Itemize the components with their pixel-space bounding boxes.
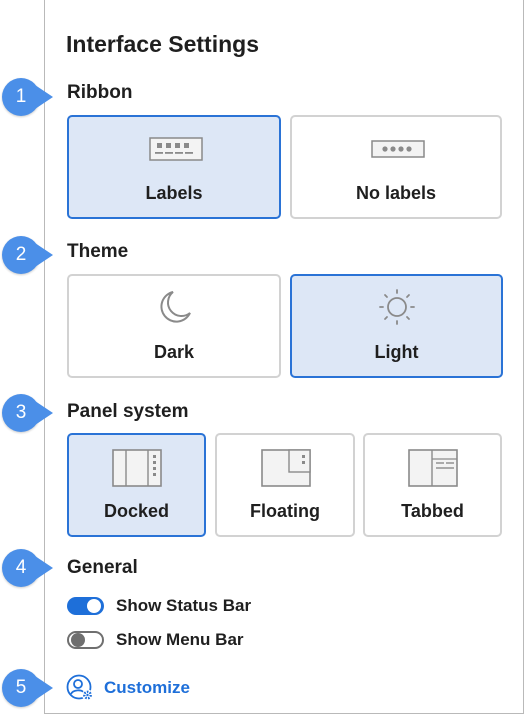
- callout-1: 1: [2, 77, 53, 117]
- callout-arrow: [35, 676, 53, 700]
- ribbon-no-labels-option[interactable]: No labels: [290, 115, 502, 219]
- customize-link[interactable]: Customize: [66, 674, 190, 702]
- toggle-knob: [71, 633, 85, 647]
- callout-arrow: [35, 401, 53, 425]
- docked-panel-icon: [112, 449, 162, 487]
- callout-2: 2: [2, 235, 53, 275]
- ribbon-labels-option[interactable]: Labels: [67, 115, 281, 219]
- ribbon-labels-icon: [149, 137, 203, 161]
- callout-arrow: [35, 85, 53, 109]
- theme-light-option[interactable]: Light: [290, 274, 503, 378]
- callout-4: 4: [2, 548, 53, 588]
- sun-icon: [379, 289, 415, 325]
- callout-3: 3: [2, 393, 53, 433]
- user-gear-icon: [66, 674, 93, 701]
- customize-label: Customize: [104, 678, 190, 697]
- ribbon-labels-label: Labels: [145, 183, 203, 203]
- panel-floating-label: Floating: [250, 501, 320, 521]
- theme-dark-label: Dark: [153, 342, 195, 362]
- show-menu-bar-label: Show Menu Bar: [116, 630, 244, 649]
- panel-title: Interface Settings: [66, 31, 259, 57]
- theme-dark-option[interactable]: Dark: [67, 274, 281, 378]
- callout-arrow: [35, 243, 53, 267]
- show-menu-bar-toggle[interactable]: [67, 631, 104, 649]
- theme-light-label: Light: [374, 342, 419, 362]
- ribbon-section-label: Ribbon: [67, 82, 133, 103]
- panel-floating-option[interactable]: Floating: [215, 433, 355, 537]
- callout-5: 5: [2, 668, 53, 708]
- callout-arrow: [35, 556, 53, 580]
- panel-tabbed-label: Tabbed: [401, 501, 464, 521]
- ribbon-no-labels-label: No labels: [355, 183, 437, 203]
- toggle-knob: [87, 599, 101, 613]
- show-status-bar-label: Show Status Bar: [116, 596, 252, 615]
- tabbed-panel-icon: [408, 449, 458, 487]
- general-section-label: General: [67, 557, 138, 578]
- panel-tabbed-option[interactable]: Tabbed: [363, 433, 502, 537]
- show-status-bar-toggle[interactable]: [67, 597, 104, 615]
- theme-section-label: Theme: [67, 241, 129, 262]
- floating-panel-icon: [261, 449, 311, 487]
- moon-icon: [160, 291, 191, 323]
- panel-docked-label: Docked: [103, 501, 170, 521]
- show-menu-bar-row: Show Menu Bar: [67, 630, 244, 650]
- ribbon-no-labels-icon: [371, 140, 425, 158]
- panel-system-section-label: Panel system: [67, 401, 189, 422]
- show-status-bar-row: Show Status Bar: [67, 596, 251, 616]
- panel-docked-option[interactable]: Docked: [67, 433, 206, 537]
